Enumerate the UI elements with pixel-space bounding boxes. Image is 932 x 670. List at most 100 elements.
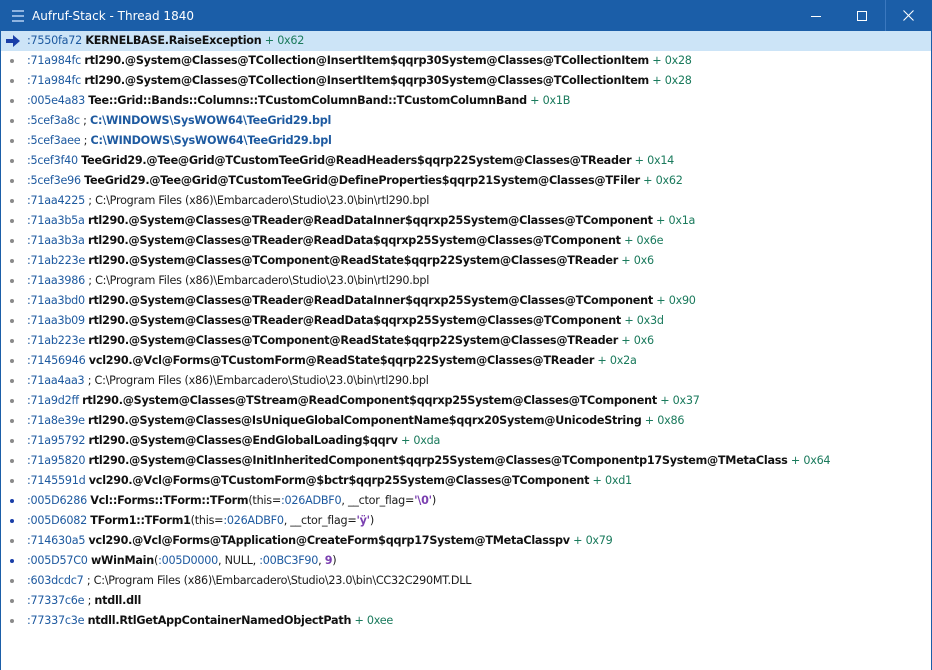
frame-off: + 0x6 bbox=[618, 334, 654, 347]
stack-frame[interactable]: :71aa4225 ; C:\Program Files (x86)\Embar… bbox=[1, 191, 931, 211]
frame-dot-icon bbox=[10, 299, 14, 303]
frame-sym: rtl290.@System@Classes@InitInheritedComp… bbox=[88, 454, 788, 467]
frame-sym: TForm1::TForm1 bbox=[90, 514, 191, 527]
frame-address: :71456946 bbox=[27, 354, 89, 367]
frame-hexp: :026ADBF0 bbox=[280, 494, 342, 507]
stack-frame[interactable]: :71aa4aa3 ; C:\Program Files (x86)\Embar… bbox=[1, 371, 931, 391]
frame-dot-icon bbox=[10, 139, 14, 143]
frame-address: :71aa3b5a bbox=[27, 214, 88, 227]
stack-frame[interactable]: :77337c3e ntdll.RtlGetAppContainerNamedO… bbox=[1, 611, 931, 631]
stack-frame[interactable]: :71a95820 rtl290.@System@Classes@InitInh… bbox=[1, 451, 931, 471]
stack-frame-current[interactable]: :7550fa72 KERNELBASE.RaiseException + 0x… bbox=[1, 31, 931, 51]
frame-sym: rtl290.@System@Classes@TReader@ReadDataI… bbox=[87, 214, 653, 227]
frame-x86: (x86) bbox=[183, 574, 213, 587]
stack-frame[interactable]: :71a9d2ff rtl290.@System@Classes@TStream… bbox=[1, 391, 931, 411]
frame-address: :71ab223e bbox=[27, 254, 89, 267]
frame-address: :71a95792 bbox=[27, 434, 89, 447]
frame-strp: '\0' bbox=[414, 494, 432, 507]
stack-frame[interactable]: :5cef3aee ; C:\WINDOWS\SysWOW64\TeeGrid2… bbox=[1, 131, 931, 151]
frame-sym: vcl290.@Vcl@Forms@TApplication@CreateFor… bbox=[88, 534, 571, 547]
stack-frame[interactable]: :71aa3b09 rtl290.@System@Classes@TReader… bbox=[1, 311, 931, 331]
frame-plain: ; C:\Program Files bbox=[86, 574, 184, 587]
grip-icon[interactable] bbox=[12, 9, 26, 23]
frame-dot-icon bbox=[10, 239, 14, 243]
frame-plain: ; bbox=[83, 114, 90, 127]
frame-sym: Vcl::Forms::TForm::TForm bbox=[90, 494, 249, 507]
frame-off: + 0xd1 bbox=[589, 474, 633, 487]
frame-off: + 0xda bbox=[397, 434, 441, 447]
frame-off: + 0x1a bbox=[652, 214, 696, 227]
frame-sym: vcl290.@Vcl@Forms@TCustomForm@$bctr$qqrp… bbox=[88, 474, 590, 487]
stack-frame[interactable]: :71ab223e rtl290.@System@Classes@TCompon… bbox=[1, 331, 931, 351]
stack-frame[interactable]: :71ab223e rtl290.@System@Classes@TCompon… bbox=[1, 251, 931, 271]
stack-frame[interactable]: :71a95792 rtl290.@System@Classes@EndGlob… bbox=[1, 431, 931, 451]
frame-address: :7145591d bbox=[27, 474, 89, 487]
frame-sym: rtl290.@System@Classes@TReader@ReadData$… bbox=[88, 314, 622, 327]
frame-dot-icon bbox=[10, 119, 14, 123]
frame-dot-icon bbox=[10, 439, 14, 443]
frame-off: + 0x1B bbox=[526, 94, 571, 107]
stack-frame[interactable]: :71a8e39e rtl290.@System@Classes@IsUniqu… bbox=[1, 411, 931, 431]
stack-frame[interactable]: :005D6286 Vcl::Forms::TForm::TForm(this=… bbox=[1, 491, 931, 511]
stack-frame[interactable]: :005D57C0 wWinMain(:005D0000, NULL, :00B… bbox=[1, 551, 931, 571]
minimize-button[interactable] bbox=[793, 0, 839, 31]
stack-frame[interactable]: :005D6082 TForm1::TForm1(this=:026ADBF0,… bbox=[1, 511, 931, 531]
frame-x86: (x86) bbox=[185, 274, 214, 287]
close-icon bbox=[903, 10, 914, 21]
frame-hexp: :026ADBF0 bbox=[223, 514, 284, 527]
stack-frame[interactable]: :71a984fc rtl290.@System@Classes@TCollec… bbox=[1, 71, 931, 91]
window-controls bbox=[793, 0, 931, 31]
frame-dot-icon bbox=[10, 199, 14, 203]
stack-frame[interactable]: :603dcdc7 ; C:\Program Files (x86)\Embar… bbox=[1, 571, 931, 591]
title-bar[interactable]: Aufruf-Stack - Thread 1840 bbox=[1, 0, 931, 31]
maximize-icon bbox=[857, 10, 867, 21]
frame-dot-icon bbox=[10, 259, 14, 263]
frame-address: :71a984fc bbox=[27, 54, 85, 67]
stack-frame[interactable]: :5cef3f40 TeeGrid29.@Tee@Grid@TCustomTee… bbox=[1, 151, 931, 171]
stack-frame[interactable]: :71aa3b5a rtl290.@System@Classes@TReader… bbox=[1, 211, 931, 231]
maximize-button[interactable] bbox=[839, 0, 885, 31]
stack-frame[interactable]: :5cef3a8c ; C:\WINDOWS\SysWOW64\TeeGrid2… bbox=[1, 111, 931, 131]
frame-dot-icon bbox=[10, 359, 14, 363]
frame-plain: ; C:\Program Files bbox=[88, 274, 186, 287]
frame-address: :603dcdc7 bbox=[27, 574, 87, 587]
frame-sym: ntdll.dll bbox=[94, 594, 142, 607]
frame-sym: rtl290.@System@Classes@IsUniqueGlobalCom… bbox=[88, 414, 642, 427]
frame-off: + 0x28 bbox=[648, 54, 692, 67]
stack-frame[interactable]: :71a984fc rtl290.@System@Classes@TCollec… bbox=[1, 51, 931, 71]
stack-frame[interactable]: :005e4a83 Tee::Grid::Bands::Columns::TCu… bbox=[1, 91, 931, 111]
frame-address: :77337c3e bbox=[27, 614, 88, 627]
frame-plain: , bbox=[318, 554, 325, 567]
frame-sym: wWinMain bbox=[90, 554, 154, 567]
frame-off: + 0x37 bbox=[656, 394, 700, 407]
frame-x86: (x86) bbox=[185, 194, 214, 207]
frame-dot-icon bbox=[10, 559, 14, 563]
stack-frame[interactable]: :714630a5 vcl290.@Vcl@Forms@TApplication… bbox=[1, 531, 931, 551]
frame-sym: rtl290.@System@Classes@TCollection@Inser… bbox=[84, 74, 649, 87]
frame-address: :5cef3a8c bbox=[27, 114, 84, 127]
close-button[interactable] bbox=[885, 0, 931, 31]
frame-dot-icon bbox=[10, 519, 14, 523]
frame-dot-icon bbox=[10, 579, 14, 583]
stack-frame[interactable]: :71aa3986 ; C:\Program Files (x86)\Embar… bbox=[1, 271, 931, 291]
stack-frame[interactable]: :71aa3b3a rtl290.@System@Classes@TReader… bbox=[1, 231, 931, 251]
frame-address: :5cef3e96 bbox=[27, 174, 85, 187]
frame-hexp: :00BC3F90 bbox=[259, 554, 319, 567]
frame-sym: rtl290.@System@Classes@TComponent@ReadSt… bbox=[88, 254, 618, 267]
stack-frame[interactable]: :7145591d vcl290.@Vcl@Forms@TCustomForm@… bbox=[1, 471, 931, 491]
call-stack-list[interactable]: :7550fa72 KERNELBASE.RaiseException + 0x… bbox=[1, 31, 931, 631]
frame-sysfile: C:\WINDOWS\SysWOW64\TeeGrid29.bpl bbox=[90, 114, 332, 127]
stack-frame[interactable]: :71aa3bd0 rtl290.@System@Classes@TReader… bbox=[1, 291, 931, 311]
frame-dot-icon bbox=[10, 479, 14, 483]
frame-address: :71aa4225 bbox=[27, 194, 89, 207]
frame-dot-icon bbox=[10, 79, 14, 83]
frame-sym: rtl290.@System@Classes@TReader@ReadDataI… bbox=[88, 294, 653, 307]
frame-plain: (this= bbox=[248, 494, 281, 507]
stack-frame[interactable]: :77337c6e ; ntdll.dll bbox=[1, 591, 931, 611]
frame-off: + 0x62 bbox=[261, 34, 305, 47]
frame-address: :714630a5 bbox=[27, 534, 89, 547]
current-frame-arrow-icon bbox=[6, 35, 20, 47]
stack-frame[interactable]: :5cef3e96 TeeGrid29.@Tee@Grid@TCustomTee… bbox=[1, 171, 931, 191]
stack-frame[interactable]: :71456946 vcl290.@Vcl@Forms@TCustomForm@… bbox=[1, 351, 931, 371]
frame-address: :71a9d2ff bbox=[27, 394, 83, 407]
